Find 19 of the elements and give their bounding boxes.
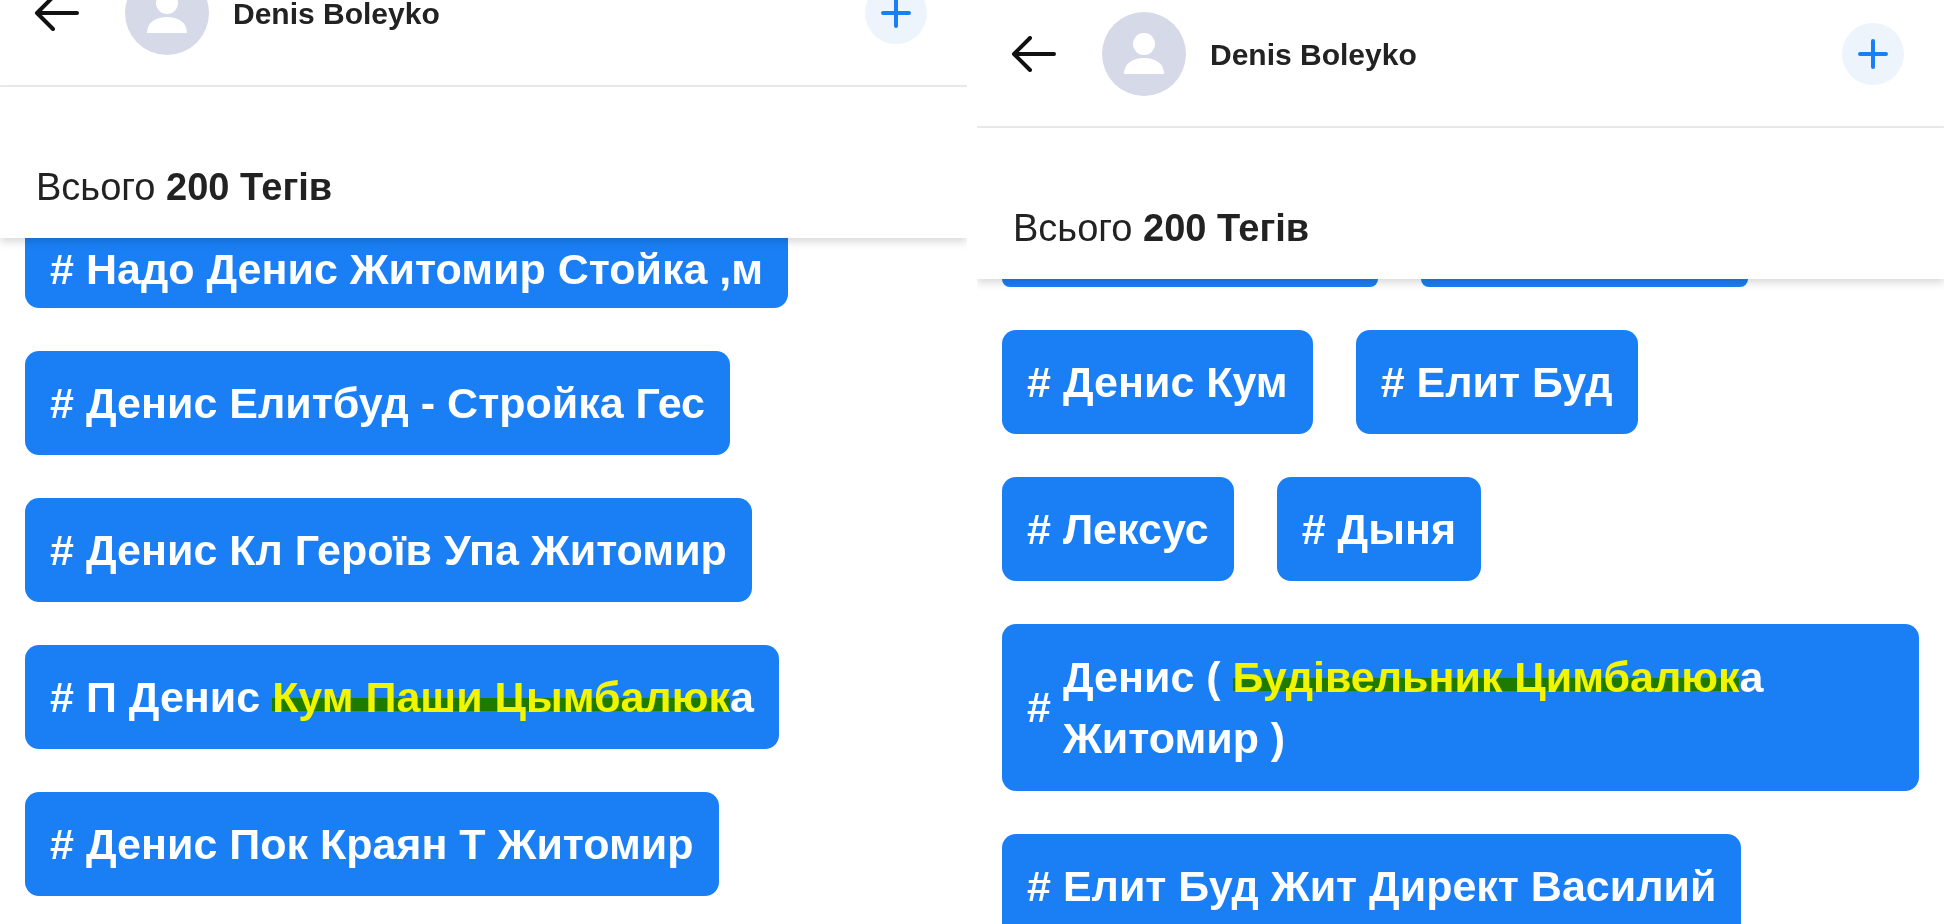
user-name: Denis Boleyko (233, 0, 440, 32)
tag-chip[interactable]: # Дыня (1276, 477, 1481, 581)
tag-chip[interactable]: # Денис Кл Героїв Упа Житомир (25, 498, 752, 602)
back-arrow-icon[interactable] (33, 0, 79, 31)
tag-chip[interactable]: # Елит Буд (1355, 330, 1638, 434)
plus-icon (881, 0, 911, 28)
tag-chip[interactable]: # Денис Кум (1002, 330, 1313, 434)
tag-chip[interactable]: # Лексус (1002, 477, 1234, 581)
tag-chip[interactable]: # Елит Буд Жит Директ Василий (1002, 834, 1742, 924)
tag-chip[interactable]: # Надо Денис Житомир Стойка ,м (25, 238, 789, 308)
user-name: Denis Boleyko (1210, 36, 1417, 73)
tag-count: Всього 200 Тегів (36, 165, 333, 210)
tag-count: Всього 200 Тегів (1013, 206, 1310, 251)
add-button[interactable] (865, 0, 927, 44)
back-arrow-icon[interactable] (1010, 36, 1056, 72)
avatar-icon (1102, 12, 1186, 96)
tag-chip[interactable]: # Денис Пок Краян Т Житомир (25, 792, 719, 896)
plus-icon (1858, 39, 1888, 69)
tag-chip[interactable]: # Денис Елитбуд - Стройка Гес (25, 351, 730, 455)
